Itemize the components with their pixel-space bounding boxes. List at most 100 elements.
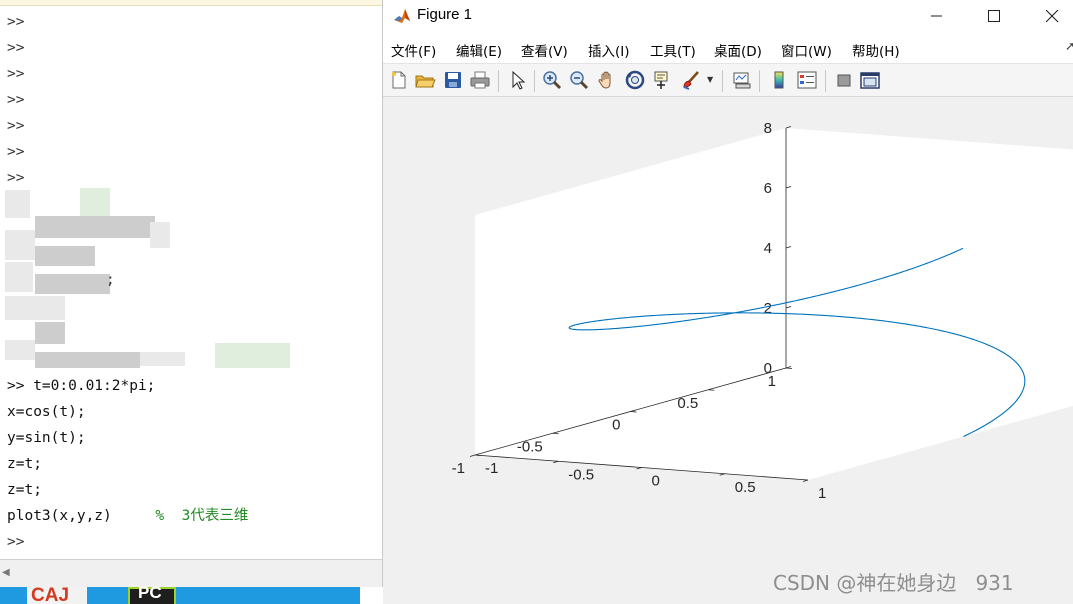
obscured-pixel <box>5 262 33 292</box>
obscured-pixel <box>35 322 65 344</box>
code-text: >> t=0:0.01:2*pi; <box>7 378 156 394</box>
obscured-pixel <box>35 246 95 266</box>
horizontal-scrollbar[interactable]: ◀ <box>0 559 382 587</box>
insert-colorbar-icon[interactable] <box>768 69 790 91</box>
print-icon[interactable] <box>469 69 491 91</box>
brush-icon[interactable] <box>680 69 702 91</box>
minimize-button[interactable] <box>913 0 961 32</box>
command-window-top-edge <box>0 0 382 6</box>
prompt-line: >> <box>7 118 25 134</box>
code-comment: % 3代表三维 <box>155 508 249 524</box>
code-text: y=sin(t); <box>7 430 86 446</box>
obscured-pixel <box>5 190 30 218</box>
minimize-icon <box>931 15 942 17</box>
edit-plot-icon[interactable] <box>507 69 529 91</box>
z-tick-label: 2 <box>764 300 772 317</box>
code-text: z=t; <box>7 482 42 498</box>
close-icon <box>1045 9 1058 22</box>
menu-edit[interactable]: 编辑(E) <box>456 40 502 60</box>
y-tick <box>552 432 559 435</box>
axes-background <box>475 128 1073 480</box>
obscured-pixel <box>215 343 290 368</box>
obscured-pixel <box>150 222 170 248</box>
y-tick-label: 0.5 <box>677 395 698 412</box>
code-line: z=t; <box>7 477 248 503</box>
active-prompt[interactable]: >> <box>7 529 248 555</box>
toolbar-separator <box>759 70 760 92</box>
prompt-line: >> <box>7 144 25 160</box>
data-cursor-icon[interactable] <box>652 69 674 91</box>
new-figure-icon[interactable] <box>388 69 410 91</box>
plot3-chart[interactable]: 02468-1-0.500.51-1 -0.5 0 0.5 1 <box>383 97 1073 604</box>
caj-logo: CAJ <box>31 585 70 604</box>
pan-icon[interactable] <box>596 69 618 91</box>
figure-title: Figure 1 <box>417 6 473 23</box>
z-tick-label: 4 <box>764 240 772 257</box>
code-line: x=cos(t); <box>7 399 248 425</box>
obscured-fragment: ; <box>106 272 115 288</box>
x-tick <box>719 473 725 476</box>
insert-legend-icon[interactable] <box>796 69 818 91</box>
figure-menubar: 文件(F) 编辑(E) 查看(V) 插入(I) 工具(T) 桌面(D) 窗口(W… <box>383 33 1073 63</box>
obscured-pixel <box>5 230 35 260</box>
taskbar-pycharm-app[interactable]: PC <box>128 583 176 604</box>
y-tick-label: 0 <box>612 417 620 434</box>
code-text: x=cos(t); <box>7 404 86 420</box>
toolbar-separator <box>825 70 826 92</box>
code-line: >> t=0:0.01:2*pi; <box>7 373 248 399</box>
x-tick-label: 0.5 <box>735 479 756 496</box>
code-line: plot3(x,y,z) % 3代表三维 <box>7 503 248 529</box>
brush-dropdown-icon[interactable]: ▼ <box>707 75 713 84</box>
x-tick <box>553 460 559 464</box>
save-icon[interactable] <box>442 69 464 91</box>
prompt-line: >> <box>7 40 25 56</box>
x-tick-label: -0.5 <box>568 466 594 483</box>
axes-area[interactable]: 0 2 4 6 8 -1 -0.5 0 0.5 1 -1 -0.5 0 0.5 1 <box>383 97 1073 604</box>
x-tick <box>802 479 809 482</box>
figure-titlebar[interactable]: Figure 1 <box>383 0 1073 33</box>
z-tick-label: 8 <box>764 120 772 137</box>
prompt-line: >> <box>7 14 25 30</box>
obscured-pixel <box>140 352 185 366</box>
rotate-3d-icon[interactable] <box>624 69 646 91</box>
zoom-in-icon[interactable] <box>541 69 563 91</box>
prompt-line: >> <box>7 92 25 108</box>
y-tick <box>708 389 715 391</box>
link-plot-icon[interactable] <box>731 69 753 91</box>
obscured-pixel <box>5 340 35 360</box>
code-line: y=sin(t); <box>7 425 248 451</box>
menu-file[interactable]: 文件(F) <box>391 40 436 60</box>
figure-toolbar: ▼ <box>383 63 1073 97</box>
y-tick <box>474 454 482 456</box>
scroll-left-icon[interactable]: ◀ <box>2 567 10 578</box>
figure-window: Figure 1 文件(F) 编辑(E) 查看(V) 插入(I) 工具(T) 桌… <box>383 0 1073 604</box>
prompt-line: >> <box>7 170 25 186</box>
menu-window[interactable]: 窗口(W) <box>781 40 832 60</box>
menu-view[interactable]: 查看(V) <box>521 40 568 60</box>
code-text: plot3(x,y,z) <box>7 508 156 524</box>
menu-dock-arrow-icon[interactable]: ➚ <box>1065 39 1073 53</box>
show-plot-tools-icon[interactable] <box>859 69 881 91</box>
menu-tools[interactable]: 工具(T) <box>650 40 696 60</box>
close-button[interactable] <box>1028 0 1073 32</box>
x-tick-label: 1 <box>818 485 826 502</box>
hide-plot-tools-icon[interactable] <box>833 69 855 91</box>
x-tick-label: -1 <box>485 460 498 477</box>
code-line: z=t; <box>7 451 248 477</box>
matlab-logo-icon <box>392 6 412 26</box>
command-window[interactable]: >> >> >> >> >> >> >> >> t=0:0.01:2*pi; x… <box>0 0 383 604</box>
taskbar-caj-app[interactable]: CAJ <box>27 585 87 604</box>
z-tick-label: 6 <box>764 180 772 197</box>
taskbar-gap <box>360 587 383 604</box>
menu-desktop[interactable]: 桌面(D) <box>714 40 762 60</box>
pycharm-logo: PC <box>138 583 162 602</box>
menu-insert[interactable]: 插入(I) <box>588 40 630 60</box>
zoom-out-icon[interactable] <box>568 69 590 91</box>
y-tick <box>785 367 793 369</box>
y-tick-label: -1 <box>452 460 465 477</box>
open-file-icon[interactable] <box>414 69 436 91</box>
menu-help[interactable]: 帮助(H) <box>852 40 900 60</box>
prompt-line: >> <box>7 66 25 82</box>
maximize-button[interactable] <box>970 0 1018 32</box>
y-tick-label: 1 <box>768 373 776 390</box>
